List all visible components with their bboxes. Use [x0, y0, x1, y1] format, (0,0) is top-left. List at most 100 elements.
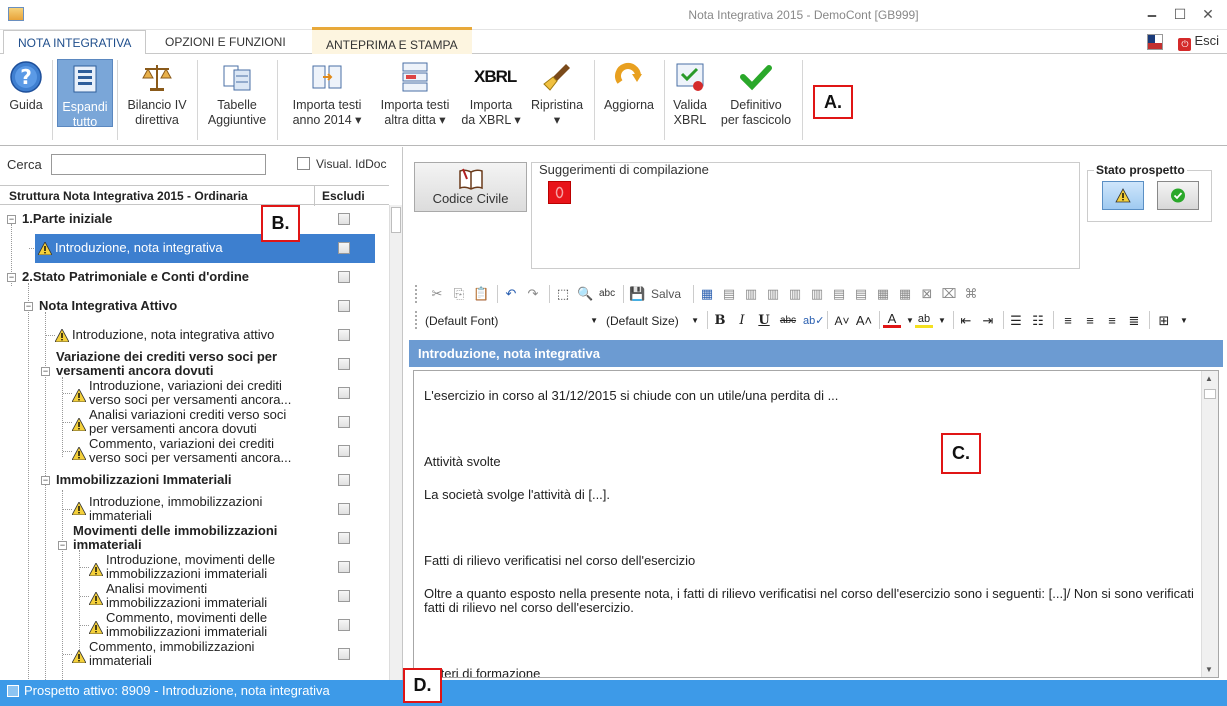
espandi-tutto-button[interactable]: Espandi tutto: [57, 59, 113, 129]
importa-testi-anno-button[interactable]: Importa testi anno 2014 ▾: [284, 58, 370, 138]
increase-font-icon[interactable]: A˄: [855, 312, 873, 330]
copy-icon[interactable]: ⎘: [451, 286, 467, 302]
valida-xbrl-button[interactable]: Valida XBRL: [668, 58, 712, 138]
maximize-button[interactable]: ☐: [1168, 4, 1192, 24]
escludi-checkbox[interactable]: [338, 213, 350, 225]
scroll-down-icon[interactable]: ▼: [1205, 665, 1213, 674]
tree-item[interactable]: − 2.Stato Patrimoniale e Conti d'ordine: [0, 263, 389, 292]
spelling-icon[interactable]: ab✓: [803, 312, 824, 330]
borders-icon[interactable]: ⊞: [1155, 312, 1173, 330]
insert-row-below-icon[interactable]: ▥: [765, 286, 781, 302]
tree-item[interactable]: Analisi movimenti immobilizzazioni immat…: [0, 582, 389, 611]
indent-icon[interactable]: ⇥: [979, 312, 997, 330]
strikethrough-button[interactable]: abc: [779, 312, 797, 330]
tree-item[interactable]: Introduzione, movimenti delle immobilizz…: [0, 553, 389, 582]
visual-iddoc-checkbox[interactable]: [297, 157, 310, 170]
aggiorna-button[interactable]: Aggiorna: [598, 58, 660, 138]
tree-item[interactable]: − 1.Parte iniziale: [0, 205, 389, 234]
tabelle-aggiuntive-button[interactable]: Tabelle Aggiuntive: [202, 58, 272, 138]
save-icon[interactable]: 💾: [629, 286, 645, 302]
escludi-checkbox[interactable]: [338, 474, 350, 486]
search-input[interactable]: [51, 154, 266, 175]
escludi-checkbox[interactable]: [338, 503, 350, 515]
tree-item[interactable]: Introduzione, variazioni dei crediti ver…: [0, 379, 389, 408]
delete-table-icon[interactable]: ⊠: [919, 286, 935, 302]
escludi-checkbox[interactable]: [338, 532, 350, 544]
highlight-button[interactable]: ab: [915, 312, 933, 328]
minimize-button[interactable]: 🗕: [1140, 4, 1164, 24]
language-flag-icon[interactable]: [1147, 34, 1163, 50]
importa-testi-ditta-button[interactable]: Importa testi altra ditta ▾: [372, 58, 458, 138]
close-button[interactable]: ✕: [1196, 4, 1220, 24]
escludi-checkbox[interactable]: [338, 590, 350, 602]
escludi-checkbox[interactable]: [338, 242, 350, 254]
esci-button[interactable]: ⏻ Esci: [1178, 33, 1219, 51]
justify-icon[interactable]: ≣: [1125, 312, 1143, 330]
escludi-checkbox[interactable]: [338, 271, 350, 283]
table-props-icon[interactable]: ▤: [721, 286, 737, 302]
tree-item[interactable]: Commento, movimenti delle immobilizzazio…: [0, 611, 389, 640]
decrease-font-icon[interactable]: A˅: [833, 312, 851, 330]
insert-col-left-icon[interactable]: ▥: [787, 286, 803, 302]
insert-row-above-icon[interactable]: ▥: [743, 286, 759, 302]
escludi-checkbox[interactable]: [338, 619, 350, 631]
tree-item[interactable]: Commento, variazioni dei crediti verso s…: [0, 437, 389, 466]
undo-icon[interactable]: ↶: [503, 286, 519, 302]
align-right-icon[interactable]: ≡: [1103, 312, 1121, 330]
insert-col-right-icon[interactable]: ▥: [809, 286, 825, 302]
cut-icon[interactable]: ✂: [429, 286, 445, 302]
redo-icon[interactable]: ↷: [525, 286, 541, 302]
tree-item[interactable]: − Movimenti delle immobilizzazioni immat…: [0, 524, 389, 553]
merge-cells-icon[interactable]: ▦: [875, 286, 891, 302]
split-cells-icon[interactable]: ▦: [897, 286, 913, 302]
codice-civile-button[interactable]: Codice Civile: [414, 162, 527, 212]
text-editor[interactable]: L'esercizio in corso al 31/12/2015 si ch…: [413, 370, 1219, 678]
tree-item[interactable]: − Immobilizzazioni Immateriali: [0, 466, 389, 495]
highlight-dropdown[interactable]: ▼: [933, 312, 951, 330]
tree-item[interactable]: Introduzione, nota integrativa: [0, 234, 389, 263]
importa-xbrl-button[interactable]: XBRL Importa da XBRL ▾: [460, 58, 522, 138]
bullet-list-icon[interactable]: ☰: [1007, 312, 1025, 330]
clear-format-icon[interactable]: ⌧: [941, 286, 957, 302]
bold-button[interactable]: B: [711, 312, 729, 330]
outdent-icon[interactable]: ⇤: [957, 312, 975, 330]
stato-warning-button[interactable]: [1102, 181, 1144, 210]
suggestion-alert-icon[interactable]: [548, 181, 571, 204]
align-center-icon[interactable]: ≡: [1081, 312, 1099, 330]
guida-button[interactable]: ? Guida: [4, 58, 48, 138]
escludi-checkbox[interactable]: [338, 358, 350, 370]
font-family-select[interactable]: (Default Font) ▼: [415, 311, 602, 331]
paste-icon[interactable]: 📋: [473, 286, 489, 302]
escludi-checkbox[interactable]: [338, 329, 350, 341]
bilancio-iv-button[interactable]: Bilancio IV direttiva: [121, 58, 193, 138]
tree-item[interactable]: − Nota Integrativa Attivo: [0, 292, 389, 321]
align-left-icon[interactable]: ≡: [1059, 312, 1077, 330]
tab-opzioni-funzioni[interactable]: OPZIONI E FUNZIONI: [151, 30, 300, 54]
tree-item[interactable]: Introduzione, nota integrativa attivo: [0, 321, 389, 350]
escludi-checkbox[interactable]: [338, 300, 350, 312]
tree-scroll-thumb[interactable]: [391, 207, 401, 233]
tree-item[interactable]: Introduzione, immobilizzazioni immateria…: [0, 495, 389, 524]
borders-dropdown[interactable]: ▼: [1175, 312, 1193, 330]
font-size-select[interactable]: (Default Size) ▼: [596, 311, 703, 331]
editor-scrollbar[interactable]: ▲ ▼: [1201, 371, 1218, 677]
font-color-button[interactable]: A: [883, 312, 901, 328]
tree-item[interactable]: − Variazione dei crediti verso soci per …: [0, 350, 389, 379]
tree-item[interactable]: Analisi variazioni crediti verso soci pe…: [0, 408, 389, 437]
tab-nota-integrativa[interactable]: NOTA INTEGRATIVA: [3, 30, 147, 55]
tree-scrollbar[interactable]: [389, 205, 402, 680]
underline-button[interactable]: U: [755, 312, 773, 330]
escludi-checkbox[interactable]: [338, 445, 350, 457]
tree-item[interactable]: Commento, immobilizzazioni immateriali: [0, 640, 389, 669]
editor-scroll-thumb[interactable]: [1204, 389, 1216, 399]
escludi-checkbox[interactable]: [338, 416, 350, 428]
definitivo-button[interactable]: Definitivo per fascicolo: [714, 58, 798, 138]
spellcheck-icon[interactable]: abc: [599, 286, 615, 302]
ripristina-button[interactable]: Ripristina ▾: [524, 58, 590, 138]
italic-button[interactable]: I: [733, 312, 751, 330]
table-options-icon[interactable]: ⌘: [963, 286, 979, 302]
salva-button[interactable]: Salva: [651, 287, 681, 301]
escludi-checkbox[interactable]: [338, 561, 350, 573]
scroll-up-icon[interactable]: ▲: [1205, 374, 1213, 383]
escludi-checkbox[interactable]: [338, 387, 350, 399]
